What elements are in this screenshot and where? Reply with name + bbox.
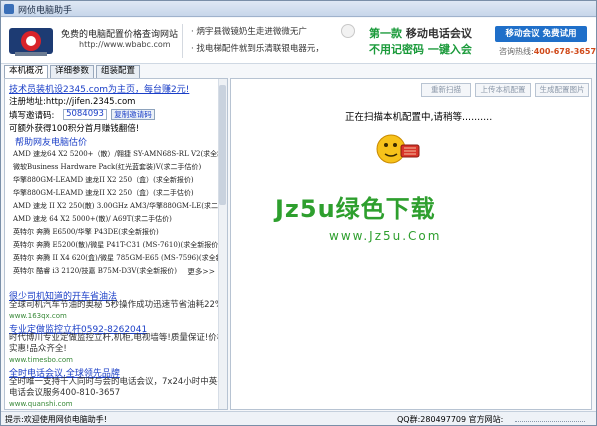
- ad-trial-button[interactable]: 移动会议 免费试用: [495, 26, 587, 42]
- price-section-title[interactable]: 帮助网友电脑估价: [15, 135, 87, 148]
- logo-icon[interactable]: [7, 24, 55, 58]
- ad-2-desc-2: 实惠!品众齐全!: [9, 344, 67, 354]
- ad-3-url[interactable]: www.quanshi.com: [9, 400, 73, 408]
- app-icon: [4, 4, 14, 14]
- ad-2-url[interactable]: www.timesbo.com: [9, 356, 73, 364]
- app-window: 网侦电脑助手 免费的电脑配置价格查询网站 http://www.wbabc.co…: [0, 0, 597, 426]
- tab-details[interactable]: 详细参数: [50, 65, 94, 78]
- more-link[interactable]: 更多>>: [187, 266, 215, 277]
- tab-bar: 本机概况 详细参数 组装配置: [1, 65, 229, 79]
- ad-1-desc: 全球司机汽车节油的奥秘 5秒操作成功迅速节省油耗22%: [9, 300, 224, 310]
- ad-logo-icon: [341, 24, 355, 38]
- right-panel: 重新扫描 上传本机配置 生成配置图片 正在扫描本机配置中,请稍等........…: [230, 78, 592, 410]
- title-bar: 网侦电脑助手: [1, 1, 596, 17]
- status-qq[interactable]: QQ群:280497709 官方网站:: [397, 414, 503, 425]
- register-url[interactable]: 注册地址:http://jifen.2345.com: [9, 95, 135, 107]
- price-row[interactable]: AMD 速龙 64 X2 5000+(散)/ A69T(求二手估价): [13, 214, 172, 224]
- price-row[interactable]: AMD 速龙 II X2 250(散) 3.00GHz AM3/华擎880GM-…: [13, 201, 227, 211]
- header-ad-banner[interactable]: 第一款 移动电话会议 不用记密码 一键入会 移动会议 免费试用 咨询热线:400…: [339, 22, 596, 60]
- price-row[interactable]: 英特尔 酷睿 i3 2120/技嘉 B75M-D3V(求全新报价): [13, 266, 177, 276]
- status-site-link[interactable]: [515, 417, 585, 422]
- watermark-url: www.Jz5u.Com: [329, 229, 442, 243]
- scan-status-text: 正在扫描本机配置中,请稍等..........: [345, 112, 493, 123]
- ad-phone: 咨询热线:400-678-3657: [499, 47, 597, 56]
- ad-1-url[interactable]: www.163qx.com: [9, 312, 67, 320]
- price-row[interactable]: 英特尔 奔腾 E6500/华擎 P43DE(求全新报价): [13, 227, 159, 237]
- header-site-url[interactable]: http://www.wbabc.com: [79, 40, 171, 49]
- ad-3-desc-1: 全时唯一支持千人同时与会的电话会议，7x24小时中英粤语: [9, 377, 228, 387]
- waiting-emoticon-icon: [376, 134, 420, 164]
- rescan-button[interactable]: 重新扫描: [421, 83, 471, 97]
- left-panel: 技术员装机设2345.com为主页，每台赚2元! 注册地址:http://jif…: [4, 78, 228, 410]
- left-scroll-thumb[interactable]: [219, 85, 226, 205]
- price-row[interactable]: 华擎880GM-LEAMD 速龙II X2 250（盒）(求二手估价): [13, 188, 194, 198]
- price-row[interactable]: AMD 速龙64 X2 5200+（散）/翱捷 SY-AMN68S-RL V2(…: [13, 149, 227, 159]
- ad-line-2: 不用记密码 一键入会: [369, 43, 472, 56]
- left-scrollbar[interactable]: [218, 79, 227, 409]
- header: 免费的电脑配置价格查询网站 http://www.wbabc.com · 炳宇县…: [1, 18, 596, 64]
- window-title: 网侦电脑助手: [18, 6, 73, 16]
- ad-2-desc-1: 时代博川专业定做监控立杆,机柜,电视墙等!质量保证!价格: [9, 333, 226, 343]
- invite-code-field[interactable]: 5084093: [63, 109, 107, 120]
- status-tip: 提示:欢迎使用网侦电脑助手!: [5, 415, 107, 424]
- ad-3-desc-2: 电话会议服务400-810-3657: [9, 388, 121, 398]
- header-slogan: 免费的电脑配置价格查询网站: [61, 30, 179, 40]
- header-news-2[interactable]: · 找电梯配件就到乐清联银电器元，: [191, 42, 324, 54]
- price-row[interactable]: 华擎880GM-LEAMD 速龙II X2 250（盒）(求全新报价): [13, 175, 194, 185]
- price-row[interactable]: 英特尔 奔腾 II X4 620(盒)/微星 785GM-E65 (MS-759…: [13, 253, 227, 263]
- tab-assembly[interactable]: 组装配置: [96, 65, 140, 78]
- bonus-text: 可额外获得100积分首月赚钱翻倍!: [9, 124, 140, 134]
- header-news-1[interactable]: · 炳宇县微镜奶生走进微微无广: [191, 25, 307, 37]
- copy-code-button[interactable]: 复制邀请码: [111, 109, 155, 120]
- watermark-text: Jz5u绿色下载: [275, 195, 436, 223]
- header-divider: [182, 24, 183, 58]
- top-promo-link[interactable]: 技术员装机设2345.com为主页，每台赚2元!: [9, 82, 189, 95]
- price-row[interactable]: 微软Business Hardware Pack(红光蓝套装)V(求二手估价): [13, 162, 201, 172]
- tab-overview[interactable]: 本机概况: [4, 65, 48, 79]
- status-bar: 提示:欢迎使用网侦电脑助手! QQ群:280497709 官方网站:: [1, 411, 596, 425]
- upload-config-button[interactable]: 上传本机配置: [475, 83, 531, 97]
- price-row[interactable]: 英特尔 奔腾 E5200(散)/微星 P41T-C31 (MS-7610)(求全…: [13, 240, 221, 250]
- ad-line-1: 第一款 移动电话会议: [369, 27, 472, 40]
- invite-code-label: 填写邀请码:: [9, 111, 55, 121]
- generate-image-button[interactable]: 生成配置图片: [535, 83, 589, 97]
